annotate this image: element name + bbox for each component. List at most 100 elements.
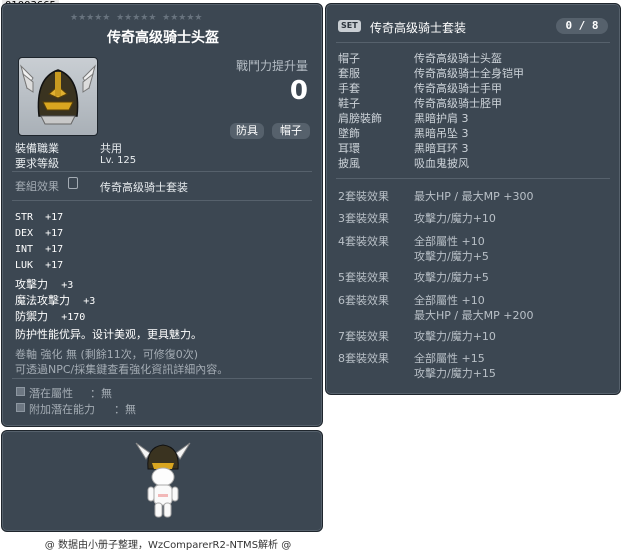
stat-row: LUK +17 [15,260,95,276]
divider [336,42,610,43]
potential-label: 潛在屬性 [29,387,73,400]
set-panel: SET 传奇高级骑士套装 0 / 8 帽子 传奇高级骑士头盔 套服 传奇高级骑士全身… [325,3,621,395]
set-part-name: 黑暗护肩 3 [414,112,469,125]
item-name: 传奇高级骑士头盔 [107,30,219,46]
set-effect-line: 最大HP / 最大MP +200 [414,309,534,322]
set-part-row: 肩膀裝飾 黑暗护肩 3 [338,110,608,125]
stat-row: 攻擊力 +3 [15,276,95,292]
stat-row: DEX +17 [15,228,95,244]
attack-increase-label: 戰鬥力提升量 [235,59,308,73]
set-effect-label: 套組效果 [15,180,59,193]
set-part-name: 传奇高级骑士胫甲 [414,97,502,110]
set-effect-row: 4套裝效果 全部屬性 +10 攻擊力/魔力+5 [338,233,608,263]
set-effect-line: 全部屬性 +15 [414,352,485,365]
set-part-slot: 披風 [338,157,360,170]
set-part-name: 黑暗耳环 3 [414,142,469,155]
set-part-slot: 耳環 [338,142,360,155]
stat-row: 防禦力 +170 [15,308,95,324]
stat-value: +17 [45,212,64,223]
divider [12,200,312,201]
stat-value: +17 [45,228,64,239]
scroll-info: 卷軸 強化 無 (剩餘11次，可修復0次) [15,348,199,361]
attack-increase-value: 0 [289,76,308,106]
stat-name: DEX [15,228,34,239]
stat-value: +3 [61,280,74,291]
divider [336,178,610,179]
set-effect-line: 最大HP / 最大MP +300 [414,190,534,203]
set-part-row: 帽子 传奇高级骑士头盔 [338,50,608,65]
character-avatar [135,442,191,518]
set-effect-row: 6套裝效果 全部屬性 +10 最大HP / 最大MP +200 [338,292,608,322]
level-label: 要求等級 [15,157,59,170]
stat-row: 魔法攻擊力 +3 [15,292,95,308]
level-value: Lv. 125 [100,155,137,166]
set-part-name: 传奇高级骑士手甲 [414,82,502,95]
set-effect-row: 7套裝效果 攻擊力/魔力+10 [338,328,608,344]
set-part-slot: 套服 [338,67,360,80]
stat-name: LUK [15,260,34,271]
bonus-potential-label: 附加潛在能力 [29,403,95,416]
set-part-row: 套服 传奇高级骑士全身铠甲 [338,65,608,80]
set-part-slot: 肩膀裝飾 [338,112,382,125]
set-effect-row: 3套裝效果 攻擊力/魔力+10 [338,210,608,226]
stat-list: STR +17 DEX +17 INT +17 LUK +17 攻擊力 +3 魔… [15,212,95,324]
set-effect-row: 8套裝效果 全部屬性 +15 攻擊力/魔力+15 [338,350,608,380]
job-label: 裝備職業 [15,142,59,155]
set-part-slot: 手套 [338,82,360,95]
set-title: 传奇高级骑士套装 [370,21,467,35]
star-row-icon: ★★★★★ ★★★★★ ★★★★★ [70,13,203,23]
set-part-row: 耳環 黑暗耳环 3 [338,140,608,155]
set-effect-line: 全部屬性 +10 [414,294,485,307]
set-effect-line: 攻擊力/魔力+5 [414,271,489,284]
set-badge: SET [338,20,361,32]
set-effect-tier: 2套裝效果 [338,190,389,203]
set-part-slot: 鞋子 [338,97,360,110]
set-part-name: 黑暗吊坠 3 [414,127,469,140]
set-effect-tier: 5套裝效果 [338,271,389,284]
tag-type: 帽子 [272,123,310,139]
set-part-name: 传奇高级骑士全身铠甲 [414,67,524,80]
set-effect-value: 传奇高级骑士套装 [100,181,188,194]
stat-row: STR +17 [15,212,95,228]
set-part-row: 鞋子 传奇高级骑士胫甲 [338,95,608,110]
item-icon-frame [18,57,98,136]
set-part-name: 吸血鬼披风 [414,157,469,170]
stat-name: 攻擊力 [15,278,48,291]
stat-name: 防禦力 [15,310,48,323]
bonus-potential-bullet-icon [16,403,25,412]
set-effect-tier: 8套裝效果 [338,352,389,365]
set-part-slot: 墜飾 [338,127,360,140]
tag-category: 防具 [230,123,264,139]
divider [12,378,312,379]
set-part-name: 传奇高级骑士头盔 [414,52,502,65]
set-effect-row: 5套裝效果 攻擊力/魔力+5 [338,269,608,285]
set-part-row: 手套 传奇高级骑士手甲 [338,80,608,95]
set-effect-row: 2套裝效果 最大HP / 最大MP +300 [338,188,608,204]
stat-name: 魔法攻擊力 [15,294,70,307]
character-preview-panel [1,430,323,532]
stat-value: +3 [83,296,96,307]
set-part-slot: 帽子 [338,52,360,65]
set-effect-line: 攻擊力/魔力+10 [414,330,496,343]
set-count: 0 / 8 [556,18,608,34]
job-value: 共用 [100,142,122,155]
stat-name: INT [15,244,34,255]
set-effect-line: 攻擊力/魔力+15 [414,367,496,380]
set-effect-line: 全部屬性 +10 [414,235,485,248]
set-effect-line: 攻擊力/魔力+5 [414,250,489,263]
set-effect-tier: 3套裝效果 [338,212,389,225]
footer-credit: @ 数据由小册子整理，WzComparerR2-NTMS解析 @ [44,540,292,551]
upgrade-hint: 可透過NPC/採集鍵查看強化資訊詳細內容。 [15,363,229,376]
bonus-potential-value: ：無 [114,403,136,416]
stat-value: +170 [61,312,86,323]
helmet-icon [20,64,96,125]
set-parts-list: 帽子 传奇高级骑士头盔 套服 传奇高级骑士全身铠甲 手套 传奇高级骑士手甲 鞋子 传奇高… [338,50,608,170]
set-part-row: 披風 吸血鬼披风 [338,155,608,170]
stat-name: STR [15,212,34,223]
stat-value: +17 [45,244,64,255]
set-effect-tier: 6套裝效果 [338,294,389,307]
potential-value: ：無 [90,387,112,400]
lock-icon [68,177,78,189]
set-effect-tier: 7套裝效果 [338,330,389,343]
set-effect-line: 攻擊力/魔力+10 [414,212,496,225]
